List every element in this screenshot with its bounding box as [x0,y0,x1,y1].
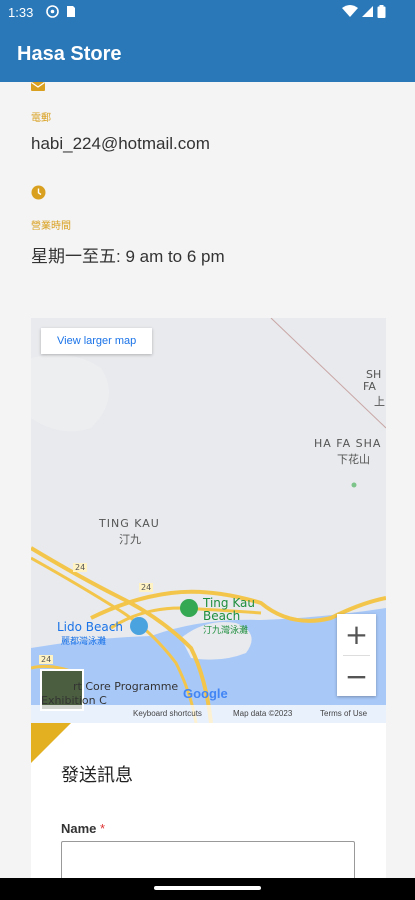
zoom-in-button[interactable]: + [337,614,376,654]
map-label-programme: rt Core Programme [73,680,179,693]
route-marker: 24 [139,583,154,592]
map-embed[interactable]: View larger map TING KAU 汀九 HA FA SHA 下花… [31,318,386,723]
navigation-bar [0,878,415,900]
google-logo: Google [183,686,228,701]
email-icon [31,82,45,91]
status-bar: 1:33 [0,0,415,26]
app-title: Hasa Store [17,43,122,65]
form-title: 發送訊息 [61,765,133,786]
hours-label: 營業時間 [31,221,71,232]
map-data-text: Map data ©2023 [233,709,293,718]
terms-of-use-link[interactable]: Terms of Use [320,709,367,718]
email-label: 電郵 [31,113,51,124]
map-tiles [31,318,386,723]
battery-icon [377,5,386,18]
route-marker: 24 [39,655,54,664]
map-label-ha-fa-shan: HA FA SHA [314,437,382,450]
map-label-ting-kau-beach-zh: 汀九灣泳灘 [203,626,249,636]
name-input[interactable] [61,841,355,878]
page-content[interactable]: 電郵 habi_224@hotmail.com 營業時間 星期一至五: 9 am… [0,82,415,878]
map-label-sh-zh: 上 [374,395,385,408]
corner-ribbon [31,723,71,763]
map-footer: Keyboard shortcuts Map data ©2023 Terms … [31,705,386,723]
zoom-out-button[interactable]: − [337,656,376,696]
view-larger-map-link[interactable]: View larger map [41,328,153,354]
home-gesture-handle[interactable] [154,886,261,890]
email-value[interactable]: habi_224@hotmail.com [31,134,210,154]
route-marker: 24 [73,563,88,572]
wifi-icon [342,5,358,17]
sim-card-icon [67,6,75,17]
map-label-fa: FA [363,380,376,393]
app-bar: Hasa Store [0,26,415,82]
clock-icon [31,185,46,200]
map-label-lido-beach-zh: 麗都灣泳灘 [61,637,107,647]
name-field-label: Name * [61,821,106,836]
keyboard-shortcuts-link[interactable]: Keyboard shortcuts [133,709,202,718]
map-label-ting-kau-zh: 汀九 [119,533,141,546]
map-label-ting-kau: TING KAU [99,517,160,530]
map-zoom-control: + − [337,614,376,696]
required-mark: * [100,821,106,836]
sync-icon [46,5,59,18]
map-label-ha-fa-shan-zh: 下花山 [337,453,370,466]
hours-value: 星期一至五: 9 am to 6 pm [31,247,225,266]
signal-icon [362,6,373,17]
map-label-lido-beach: Lido Beach [57,620,123,634]
map-label-ting-kau-beach-2: Beach [203,609,241,623]
message-form-card: 發送訊息 Name * [31,723,386,878]
status-time: 1:33 [8,5,34,20]
map-label-ting-kau-beach: Ting Kau [203,596,255,610]
